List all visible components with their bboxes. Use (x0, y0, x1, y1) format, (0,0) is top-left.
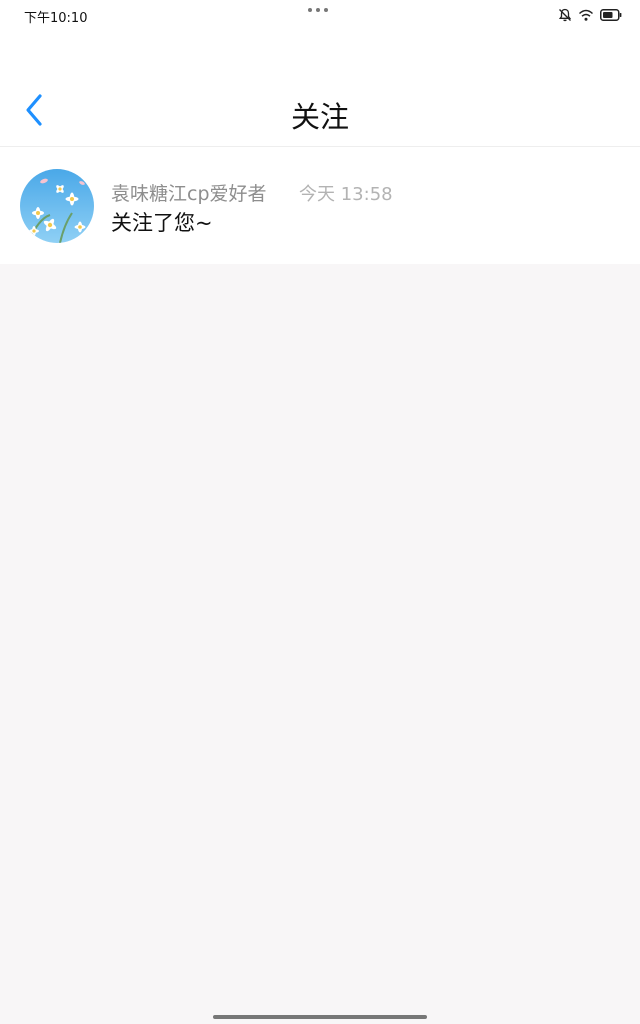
daisy-avatar-icon (20, 169, 94, 243)
status-icons (558, 8, 622, 22)
notification-message: 关注了您~ (111, 211, 213, 235)
status-bar: 下午10:10 (0, 0, 640, 32)
avatar[interactable] (20, 169, 94, 243)
timestamp: 今天 13:58 (299, 184, 393, 205)
home-indicator[interactable] (213, 1015, 427, 1019)
user-name[interactable]: 袁味糖江cp爱好者 (111, 179, 267, 206)
notification-list: 袁味糖江cp爱好者 今天 13:58 关注了您~ (0, 147, 640, 264)
multitask-dots-icon[interactable] (308, 8, 328, 12)
status-time: 下午10:10 (24, 11, 88, 26)
bell-off-icon (558, 8, 572, 22)
page-title: 关注 (290, 100, 349, 134)
nav-header: 关注 (0, 32, 640, 147)
list-item[interactable]: 袁味糖江cp爱好者 今天 13:58 关注了您~ (0, 147, 640, 264)
battery-icon (600, 9, 622, 21)
wifi-icon (578, 9, 594, 21)
